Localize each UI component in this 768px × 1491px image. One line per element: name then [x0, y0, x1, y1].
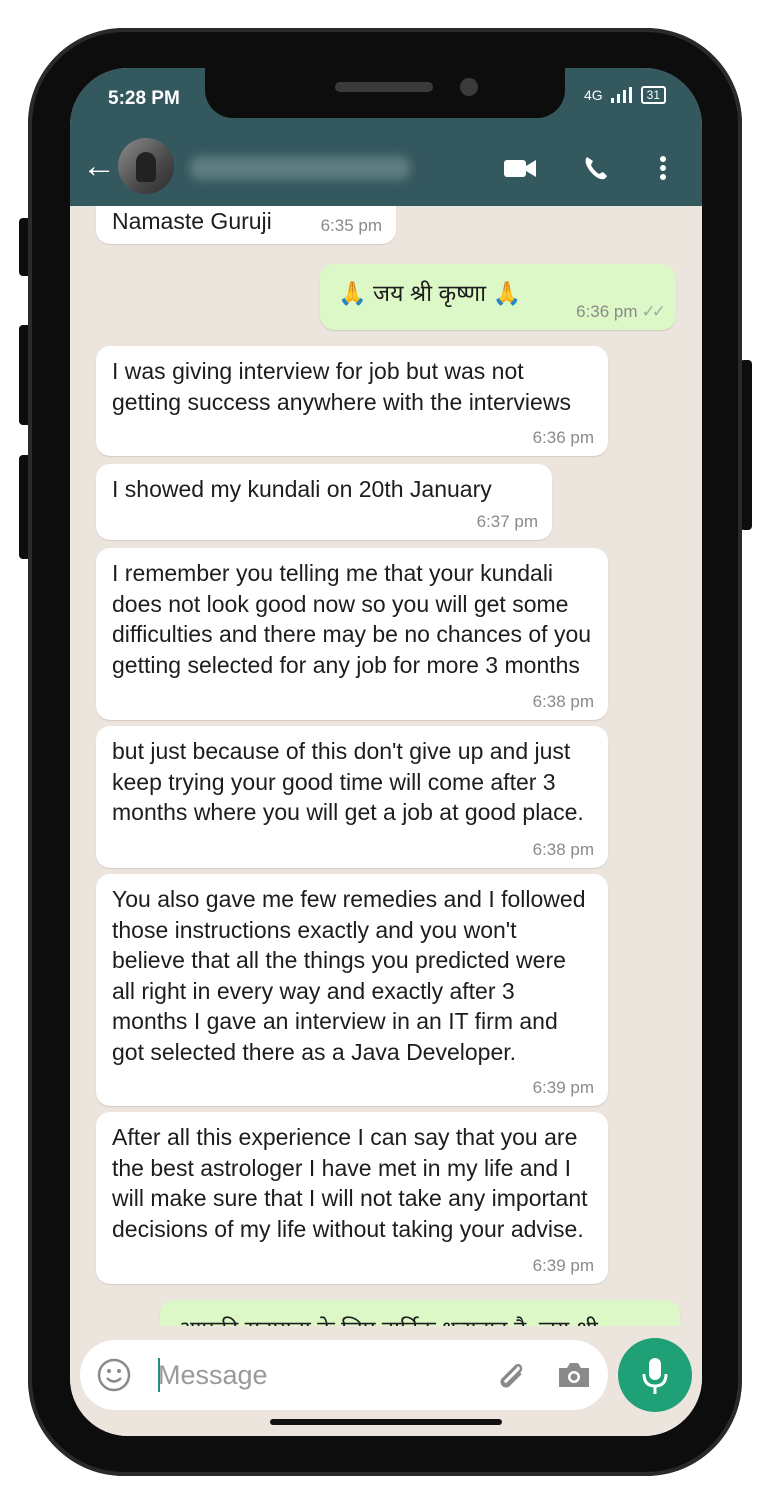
network-type: 4G [583, 87, 603, 103]
read-ticks-icon: ✓✓ [641, 302, 666, 321]
home-indicator[interactable] [270, 1419, 502, 1425]
phone-notch [205, 68, 565, 118]
message-time: 6:36 pm [532, 428, 594, 447]
phone-front-camera [460, 78, 478, 96]
avatar[interactable] [118, 138, 174, 194]
message-in[interactable]: but just because of this don't give up a… [96, 726, 608, 868]
message-time: 6:35 pm [320, 216, 382, 235]
message-text: I was giving interview for job but was n… [112, 358, 571, 415]
message-time: 6:39 pm [532, 1078, 594, 1097]
status-time: 5:28 PM [108, 88, 180, 109]
video-camera-icon[interactable] [502, 148, 538, 188]
message-text: आपकी सहायता के लिए हार्दिक धन्यवाद है, ज… [178, 1316, 598, 1326]
message-input[interactable]: Message [80, 1340, 608, 1410]
message-time: 6:36 pm ✓✓ [576, 302, 666, 321]
message-text: I showed my kundali on 20th January [112, 476, 492, 502]
phone-icon[interactable] [580, 148, 612, 188]
message-text: Namaste Guruji [112, 208, 272, 234]
message-in[interactable]: I remember you telling me that your kund… [96, 548, 608, 720]
status-icons: 4G 31 [584, 86, 666, 104]
arrow-left-icon[interactable]: ← [82, 146, 116, 186]
message-text: I remember you telling me that your kund… [112, 560, 592, 678]
phone-speaker [335, 82, 433, 92]
microphone-icon [642, 1358, 668, 1394]
chat-header: ← [70, 130, 702, 206]
screen: 5:28 PM 4G 31 ← Namaste Guruji 6:35 pm 🙏… [70, 68, 702, 1436]
more-vertical-icon[interactable] [655, 148, 671, 188]
message-in[interactable]: I was giving interview for job but was n… [96, 346, 608, 456]
message-placeholder: Message [158, 1360, 268, 1390]
message-out[interactable]: आपकी सहायता के लिए हार्दिक धन्यवाद है, ज… [160, 1300, 680, 1326]
message-in[interactable]: Namaste Guruji 6:35 pm [96, 206, 396, 244]
microphone-button[interactable] [618, 1338, 692, 1412]
emoji-icon[interactable] [96, 1357, 132, 1393]
signal-icon [610, 87, 632, 103]
message-time: 6:38 pm [532, 840, 594, 859]
message-in[interactable]: After all this experience I can say that… [96, 1112, 608, 1284]
message-time: 6:38 pm [532, 692, 594, 711]
message-time: 6:37 pm [476, 512, 538, 531]
battery-icon: 31 [640, 86, 666, 104]
message-text: but just because of this don't give up a… [112, 738, 584, 825]
message-text: You also gave me few remedies and I foll… [112, 886, 586, 1065]
paperclip-icon[interactable] [494, 1358, 528, 1392]
message-out[interactable]: 🙏 जय श्री कृष्णा 🙏 6:36 pm ✓✓ [320, 264, 676, 330]
contact-name-blurred[interactable] [190, 156, 410, 180]
message-in[interactable]: I showed my kundali on 20th January 6:37… [96, 464, 552, 540]
chat-area: Namaste Guruji 6:35 pm 🙏 जय श्री कृष्णा … [70, 206, 702, 1326]
message-in[interactable]: You also gave me few remedies and I foll… [96, 874, 608, 1106]
message-text: After all this experience I can say that… [112, 1124, 588, 1242]
camera-icon[interactable] [556, 1360, 592, 1390]
message-text: 🙏 जय श्री कृष्णा 🙏 [338, 280, 522, 306]
message-time: 6:39 pm [532, 1256, 594, 1275]
